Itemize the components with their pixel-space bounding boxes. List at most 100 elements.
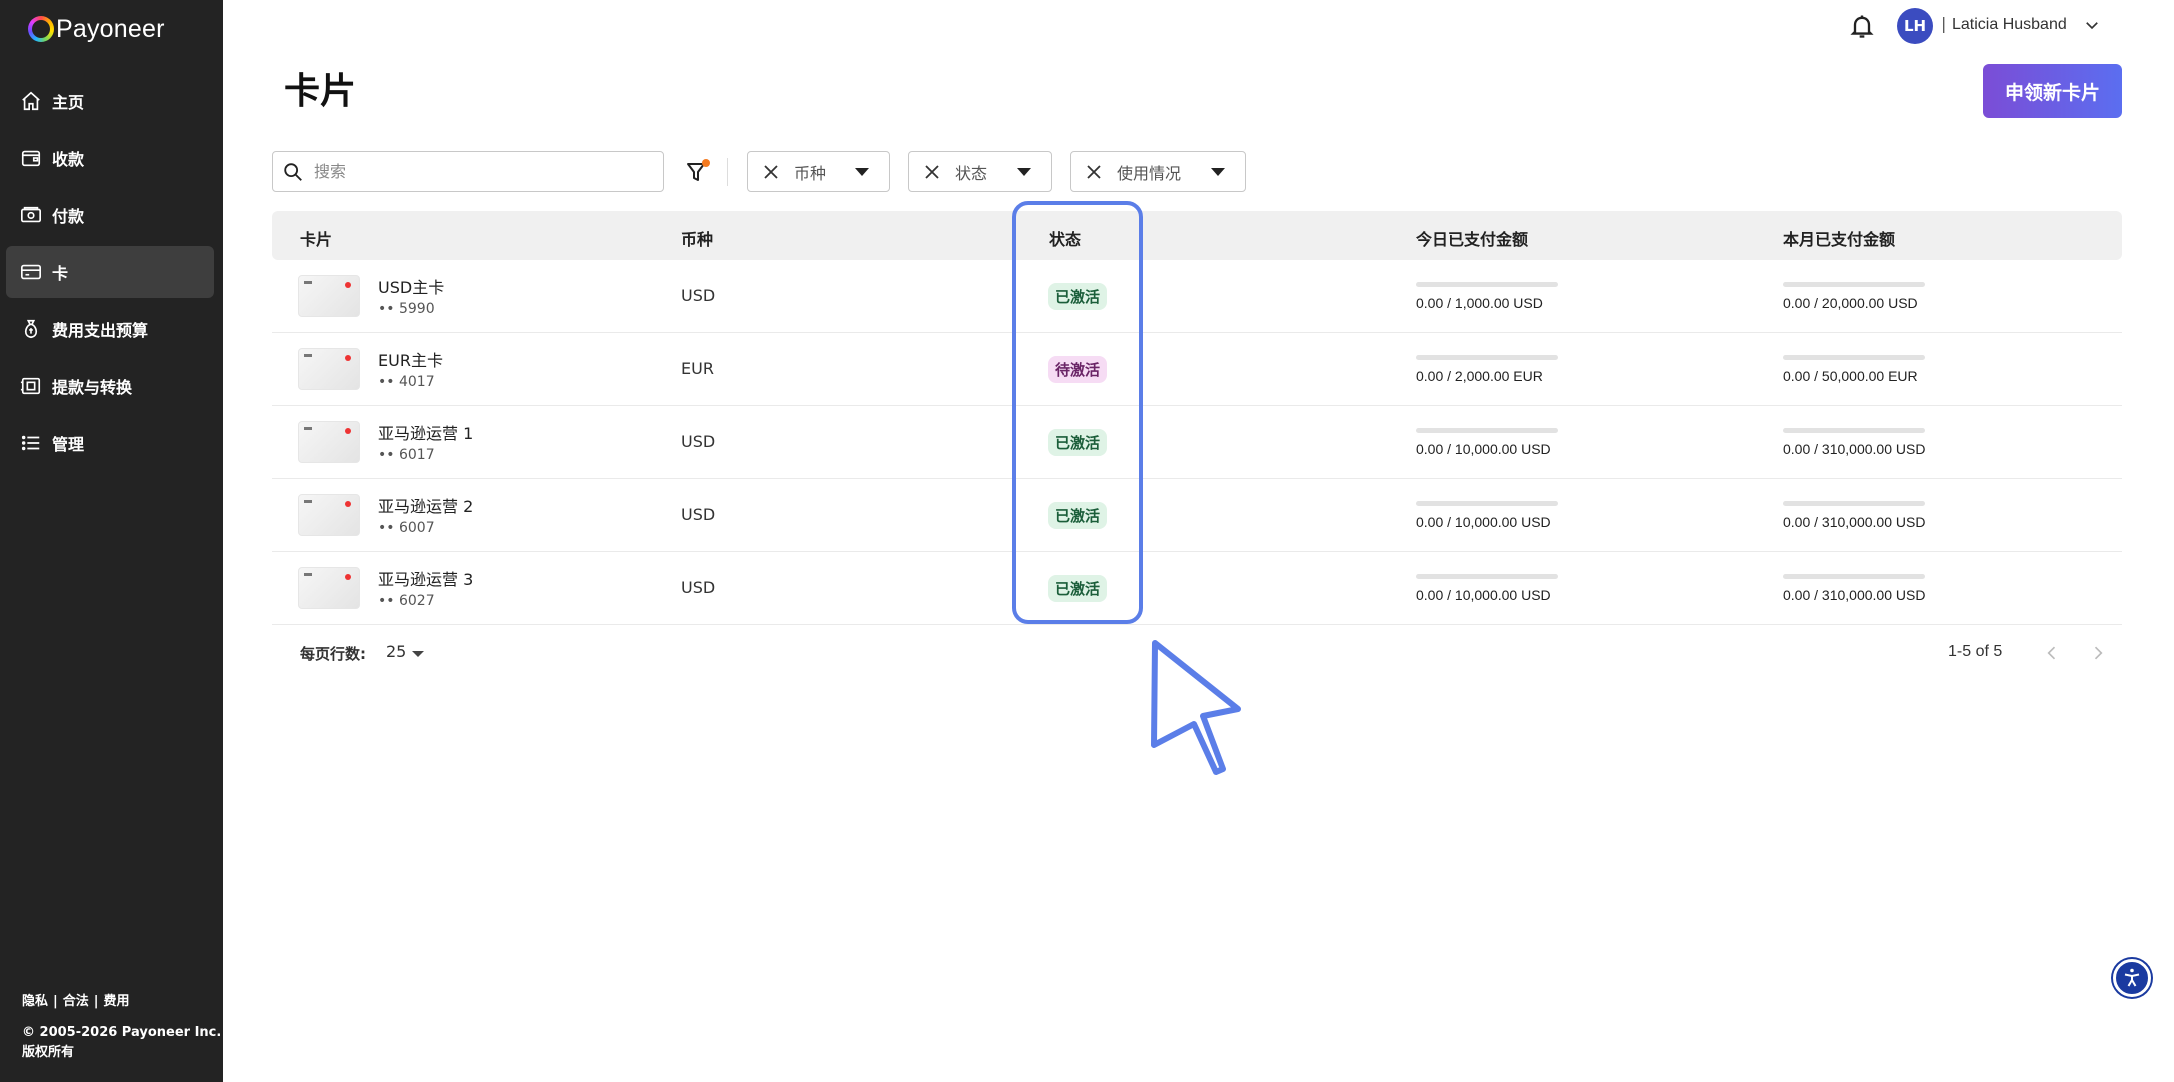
table-header: 卡片 币种 状态 今日已支付金额 本月已支付金额 <box>272 211 2122 260</box>
sidebar-item-withdraw[interactable]: 提款与转换 <box>6 360 214 412</box>
rows-per-page-select[interactable]: 25 <box>386 642 406 661</box>
status-badge: 已激活 <box>1048 575 1108 602</box>
today-progress-bar <box>1416 428 1558 433</box>
caret-down-icon[interactable] <box>412 651 424 657</box>
fees-link[interactable]: 费用 <box>104 994 130 1009</box>
footer-separator: | <box>53 994 58 1009</box>
avatar[interactable]: LH <box>1897 8 1933 44</box>
apply-new-card-button[interactable]: 申领新卡片 <box>1983 64 2122 118</box>
month-paid-amount: 0.00 / 20,000.00 USD <box>1783 295 1918 311</box>
today-progress-bar <box>1416 574 1558 579</box>
card-number: •• 5990 <box>378 301 435 317</box>
status-badge: 已激活 <box>1048 283 1108 310</box>
chip-label: 状态 <box>955 163 988 183</box>
card-number: •• 4017 <box>378 374 435 390</box>
money-bag-icon <box>24 319 38 339</box>
sidebar-item-label: 付款 <box>52 207 85 226</box>
filter-divider <box>727 158 728 186</box>
card-name: USD主卡 <box>378 278 445 297</box>
table-row[interactable]: EUR主卡 •• 4017 EUR 待激活 0.00 / 2,000.00 EU… <box>272 333 2122 406</box>
filter-icon[interactable] <box>684 158 714 186</box>
card-number: •• 6017 <box>378 447 435 463</box>
column-header-month-paid[interactable]: 本月已支付金额 <box>1783 226 1895 250</box>
card-thumbnail <box>298 275 360 317</box>
column-header-card[interactable]: 卡片 <box>300 226 332 250</box>
sidebar-item-pay[interactable]: 付款 <box>6 189 214 241</box>
sidebar-item-label: 费用支出预算 <box>52 321 149 340</box>
card-thumbnail <box>298 567 360 609</box>
month-progress-bar <box>1783 355 1925 360</box>
accessibility-button[interactable] <box>2113 959 2151 997</box>
logo-text: Payoneer <box>56 14 165 43</box>
table-row[interactable]: 亚马逊运营 2 •• 6007 USD 已激活 0.00 / 10,000.00… <box>272 479 2122 552</box>
today-paid-amount: 0.00 / 10,000.00 USD <box>1416 514 1551 530</box>
card-name: 亚马逊运营 1 <box>378 424 474 443</box>
card-currency: USD <box>681 505 716 524</box>
card-name: EUR主卡 <box>378 351 443 370</box>
payment-icon <box>21 206 41 223</box>
sidebar-item-cards[interactable]: 卡 <box>6 246 214 298</box>
sidebar-item-home[interactable]: 主页 <box>6 75 214 127</box>
chip-label: 币种 <box>794 163 827 183</box>
table-row[interactable]: USD主卡 •• 5990 USD 已激活 0.00 / 1,000.00 US… <box>272 260 2122 333</box>
card-currency: USD <box>681 578 716 597</box>
footer-separator: | <box>93 994 99 1009</box>
chevron-right-icon[interactable] <box>2088 642 2108 664</box>
list-icon <box>21 435 40 451</box>
status-filter-chip[interactable]: 状态 <box>908 151 1052 192</box>
chevron-left-icon[interactable] <box>2042 642 2062 664</box>
month-progress-bar <box>1783 574 1925 579</box>
sidebar-item-label: 卡 <box>52 264 69 283</box>
search-icon <box>284 162 302 181</box>
withdraw-icon <box>20 377 41 395</box>
table-row[interactable]: 亚马逊运营 1 •• 6017 USD 已激活 0.00 / 10,000.00… <box>272 406 2122 479</box>
sidebar-item-label: 主页 <box>52 93 85 112</box>
card-thumbnail <box>298 348 360 390</box>
status-badge: 待激活 <box>1048 356 1108 383</box>
caret-down-icon <box>1017 168 1031 176</box>
footer-links: 隐私 | 合法 | 费用 <box>22 990 130 1009</box>
status-badge: 已激活 <box>1048 502 1108 529</box>
card-currency: USD <box>681 432 716 451</box>
accessibility-icon <box>2124 968 2140 987</box>
today-paid-amount: 0.00 / 10,000.00 USD <box>1416 441 1551 457</box>
close-icon[interactable] <box>923 163 941 181</box>
sidebar-item-receive[interactable]: 收款 <box>6 132 214 184</box>
sidebar-item-label: 管理 <box>52 435 85 454</box>
copyright: © 2005-2026 Payoneer Inc. 版权所有 <box>22 1023 221 1063</box>
page-title: 卡片 <box>284 71 357 112</box>
month-progress-bar <box>1783 501 1925 506</box>
usage-filter-chip[interactable]: 使用情况 <box>1070 151 1246 192</box>
column-header-currency[interactable]: 币种 <box>681 226 713 250</box>
column-header-today-paid[interactable]: 今日已支付金额 <box>1416 226 1528 250</box>
privacy-link[interactable]: 隐私 <box>22 994 48 1009</box>
sidebar-item-manage[interactable]: 管理 <box>6 417 214 469</box>
sidebar-item-budget[interactable]: 费用支出预算 <box>6 303 214 355</box>
chevron-down-icon[interactable] <box>2083 16 2101 34</box>
month-paid-amount: 0.00 / 310,000.00 USD <box>1783 441 1926 457</box>
card-number: •• 6007 <box>378 520 435 536</box>
today-paid-amount: 0.00 / 1,000.00 USD <box>1416 295 1543 311</box>
month-progress-bar <box>1783 282 1925 287</box>
search-input[interactable] <box>314 162 634 181</box>
search-box[interactable] <box>272 151 664 192</box>
month-paid-amount: 0.00 / 310,000.00 USD <box>1783 587 1926 603</box>
wallet-icon <box>21 150 41 167</box>
chip-label: 使用情况 <box>1117 163 1182 183</box>
close-icon[interactable] <box>762 163 780 181</box>
card-name: 亚马逊运营 2 <box>378 497 474 516</box>
payoneer-logo[interactable]: Payoneer <box>28 14 165 44</box>
card-thumbnail <box>298 421 360 463</box>
month-paid-amount: 0.00 / 310,000.00 USD <box>1783 514 1926 530</box>
today-paid-amount: 0.00 / 2,000.00 EUR <box>1416 368 1543 384</box>
sidebar-nav: 主页 收款 付款 卡 费用支出预算 提款与转换 管理 <box>6 75 214 474</box>
currency-filter-chip[interactable]: 币种 <box>747 151 890 192</box>
table-row[interactable]: 亚马逊运营 3 •• 6027 USD 已激活 0.00 / 10,000.00… <box>272 552 2122 625</box>
sidebar: Payoneer 主页 收款 付款 卡 费用支出预算 提款与转换 管理 隐私 |… <box>0 0 223 1082</box>
card-thumbnail <box>298 494 360 536</box>
bell-icon[interactable] <box>1848 12 1876 40</box>
user-name[interactable]: Laticia Husband <box>1952 16 2067 34</box>
close-icon[interactable] <box>1085 163 1103 181</box>
legal-link[interactable]: 合法 <box>63 994 89 1009</box>
column-header-status[interactable]: 状态 <box>1049 226 1081 250</box>
